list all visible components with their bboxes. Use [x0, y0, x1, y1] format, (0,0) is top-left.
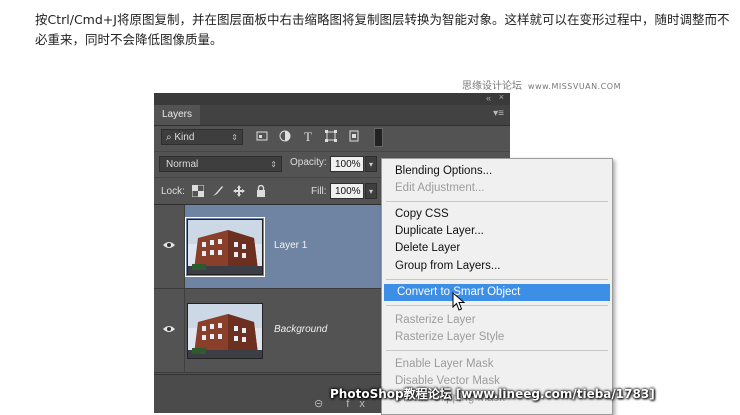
- menu-separator: [386, 279, 608, 280]
- collapse-icon[interactable]: «: [486, 93, 491, 103]
- menu-item-rasterize-layer[interactable]: Rasterize Layer: [382, 312, 612, 329]
- filter-kind-label: Kind: [174, 132, 195, 143]
- layer-name[interactable]: Layer 1: [274, 240, 307, 251]
- menu-item-enable-layer-mask[interactable]: Enable Layer Mask: [382, 356, 612, 373]
- menu-item-duplicate-layer[interactable]: Duplicate Layer...: [382, 223, 612, 240]
- visibility-column: [154, 205, 185, 288]
- adjustment-filter-icon[interactable]: [278, 130, 292, 144]
- close-icon[interactable]: ×: [499, 93, 504, 102]
- filter-row: ⌕ Kind ⇕ T: [154, 126, 510, 150]
- pixel-filter-icon[interactable]: [255, 130, 269, 144]
- panel-tab-bar: Layers ▾≡: [154, 105, 510, 126]
- filter-kind-select[interactable]: ⌕ Kind ⇕: [161, 129, 243, 145]
- site-watermark: 思缘设计论坛 www.MISSVUAN.COM: [462, 77, 621, 92]
- menu-item-copy-css[interactable]: Copy CSS: [382, 206, 612, 223]
- site-name: 思缘设计论坛: [462, 81, 522, 92]
- bottom-watermark: PhotoShop教程论坛 [www.lineeg.com/tieba/1783…: [330, 387, 655, 401]
- lock-transparent-pixels-icon[interactable]: [191, 184, 205, 198]
- opacity-label: Opacity:: [290, 157, 327, 168]
- lock-position-icon[interactable]: [233, 185, 245, 197]
- menu-item-group-from-layers[interactable]: Group from Layers...: [382, 258, 612, 275]
- lock-label: Lock:: [161, 186, 185, 197]
- mouse-cursor-icon: [452, 292, 466, 311]
- menu-separator: [386, 350, 608, 351]
- fill-input[interactable]: 100%: [330, 183, 364, 199]
- menu-item-edit-adjustment[interactable]: Edit Adjustment...: [382, 180, 612, 197]
- lock-image-pixels-icon[interactable]: [212, 185, 224, 197]
- eye-icon[interactable]: [163, 325, 175, 333]
- chevron-updown-icon: ⇕: [270, 160, 277, 169]
- lock-all-icon[interactable]: [255, 184, 267, 197]
- smart-object-filter-icon[interactable]: [347, 130, 361, 144]
- layer-thumbnail[interactable]: [185, 217, 265, 277]
- menu-item-rasterize-layer-style[interactable]: Rasterize Layer Style: [382, 329, 612, 346]
- tab-layers[interactable]: Layers: [154, 105, 201, 125]
- opacity-input[interactable]: 100%: [330, 156, 364, 172]
- menu-item-blending-options[interactable]: Blending Options...: [382, 163, 612, 180]
- article-paragraph: 按Ctrl/Cmd+J将原图复制，并在图层面板中右击缩略图将复制图层转换为智能对…: [35, 12, 730, 47]
- panel-title-bar: « ×: [154, 93, 510, 105]
- menu-separator: [386, 201, 608, 202]
- opacity-dropdown-icon[interactable]: ▾: [365, 156, 377, 172]
- menu-item-convert-to-smart-object[interactable]: Convert to Smart Object: [384, 284, 610, 301]
- site-url: www.MISSVUAN.COM: [528, 82, 621, 91]
- layer-name[interactable]: Background: [274, 324, 327, 335]
- type-filter-icon[interactable]: T: [301, 130, 315, 144]
- chevron-updown-icon: ⇕: [231, 133, 238, 142]
- context-menu: Blending Options... Edit Adjustment... C…: [381, 158, 613, 415]
- blend-mode-select[interactable]: Normal ⇕: [159, 156, 282, 172]
- filter-toggle-switch[interactable]: [374, 128, 383, 147]
- blend-mode-value: Normal: [166, 159, 199, 170]
- eye-icon[interactable]: [163, 241, 175, 249]
- fill-dropdown-icon[interactable]: ▾: [365, 183, 377, 199]
- menu-separator: [386, 305, 608, 306]
- layer-thumbnail[interactable]: [187, 303, 263, 359]
- fill-label: Fill:: [311, 186, 327, 197]
- panel-menu-icon[interactable]: ▾≡: [493, 108, 504, 119]
- menu-item-delete-layer[interactable]: Delete Layer: [382, 240, 612, 257]
- visibility-column: [154, 289, 185, 372]
- shape-filter-icon[interactable]: [324, 130, 338, 144]
- search-icon: ⌕: [166, 132, 172, 143]
